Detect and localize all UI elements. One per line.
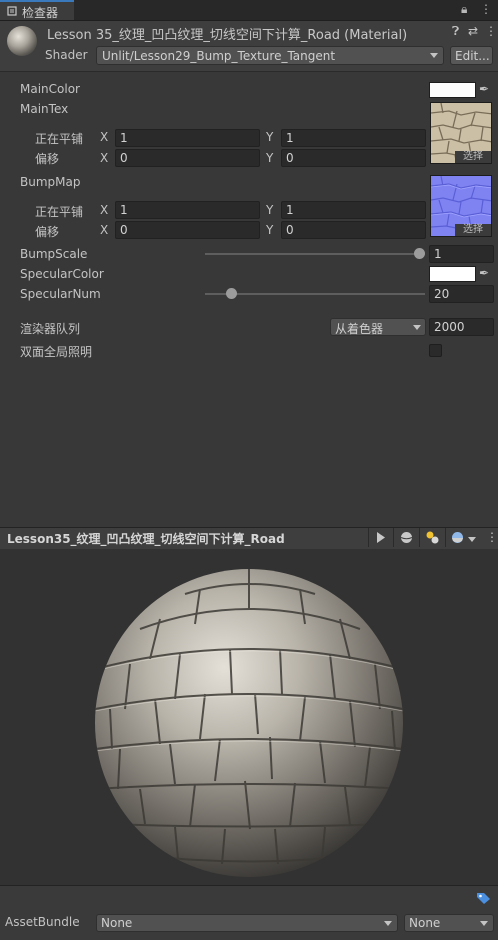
help-icon[interactable]: ❓︎	[452, 24, 459, 39]
field-value: 0	[120, 151, 128, 165]
field-value: 20	[434, 287, 450, 301]
play-icon[interactable]	[376, 532, 386, 543]
lock-icon[interactable]: 🔒︎	[461, 2, 467, 17]
bump-map-offset-x-field[interactable]: 0	[115, 221, 260, 239]
sphere-icon[interactable]	[400, 531, 413, 544]
y-label: Y	[266, 223, 274, 237]
shader-label: Shader	[45, 48, 88, 62]
main-tex-label: MainTex	[20, 102, 69, 116]
chevron-down-icon[interactable]	[468, 537, 476, 542]
specular-num-label: SpecularNum	[20, 287, 101, 301]
bump-map-tiling-x-field[interactable]: 1	[115, 201, 260, 219]
y-label: Y	[266, 130, 274, 144]
preset-icon[interactable]: ⇄	[468, 24, 478, 38]
bump-map-tiling-label: 正在平铺	[35, 205, 84, 219]
material-title: Lesson 35_纹理_凹凸纹理_切线空间下计算_Road (Material…	[47, 28, 408, 43]
bump-scale-slider-handle[interactable]	[414, 248, 425, 259]
material-preview-area[interactable]	[0, 549, 498, 885]
bump-scale-slider-track[interactable]	[205, 253, 425, 255]
background-icon[interactable]	[451, 531, 464, 544]
chevron-down-icon	[384, 921, 392, 926]
toolbar-separator	[393, 528, 394, 547]
chevron-down-icon	[430, 53, 438, 58]
tab-bar	[0, 0, 498, 21]
preview-title: Lesson35_纹理_凹凸纹理_切线空间下计算_Road	[7, 532, 285, 546]
specular-color-swatch[interactable]	[429, 266, 476, 282]
edit-label: Edit...	[455, 49, 490, 63]
light-icon[interactable]	[425, 530, 440, 545]
x-label: X	[100, 223, 109, 237]
specular-num-field[interactable]: 20	[429, 285, 494, 303]
material-preview-icon	[7, 26, 37, 56]
field-value: 1	[120, 203, 128, 217]
bump-map-offset-label: 偏移	[35, 225, 60, 239]
kebab-menu-icon[interactable]: ⋮	[485, 24, 497, 38]
inspector-icon	[7, 6, 17, 16]
dropdown-value: 从着色器	[335, 322, 384, 336]
chevron-down-icon	[413, 325, 421, 330]
tab-label: 检查器	[22, 6, 59, 20]
main-tex-tiling-label: 正在平铺	[35, 132, 84, 146]
dropdown-value: None	[409, 916, 441, 930]
kebab-menu-icon[interactable]: ⋮	[480, 2, 492, 16]
bump-map-offset-y-field[interactable]: 0	[281, 221, 426, 239]
y-label: Y	[266, 203, 274, 217]
render-queue-dropdown[interactable]: 从着色器	[330, 318, 426, 336]
field-value: 1	[434, 247, 442, 261]
asset-bundle-variant-dropdown[interactable]: None	[404, 914, 494, 932]
x-label: X	[100, 130, 109, 144]
specular-color-label: SpecularColor	[20, 267, 104, 281]
main-tex-offset-x-field[interactable]: 0	[115, 149, 260, 167]
eyedropper-icon[interactable]: ✒︎	[479, 82, 489, 96]
bump-map-label: BumpMap	[20, 175, 81, 189]
select-texture-button[interactable]: 选择	[455, 151, 491, 163]
main-tex-tiling-x-field[interactable]: 1	[115, 129, 260, 147]
edit-shader-button[interactable]: Edit...	[450, 46, 493, 65]
select-texture-button[interactable]: 选择	[455, 224, 491, 236]
main-tex-offset-y-field[interactable]: 0	[281, 149, 426, 167]
bump-map-thumbnail[interactable]: 选择	[430, 175, 492, 237]
field-value: 0	[120, 223, 128, 237]
y-label: Y	[266, 151, 274, 165]
toolbar-separator	[419, 528, 420, 547]
field-value: 1	[286, 131, 294, 145]
bump-scale-field[interactable]: 1	[429, 245, 494, 263]
main-color-label: MainColor	[20, 82, 80, 96]
double-sided-gi-checkbox[interactable]	[429, 344, 442, 357]
asset-bundle-name-dropdown[interactable]: None	[96, 914, 398, 932]
shader-value: Unlit/Lesson29_Bump_Texture_Tangent	[102, 49, 336, 63]
bump-scale-label: BumpScale	[20, 247, 88, 261]
main-tex-offset-label: 偏移	[35, 152, 60, 166]
field-value: 0	[286, 223, 294, 237]
double-sided-gi-label: 双面全局照明	[20, 345, 93, 359]
bump-map-tiling-y-field[interactable]: 1	[281, 201, 426, 219]
field-value: 0	[286, 151, 294, 165]
main-tex-thumbnail[interactable]: 选择	[430, 102, 492, 164]
specular-num-slider-handle[interactable]	[225, 288, 237, 299]
shader-dropdown[interactable]: Unlit/Lesson29_Bump_Texture_Tangent	[96, 46, 444, 65]
x-label: X	[100, 151, 109, 165]
dropdown-value: None	[101, 916, 133, 930]
eyedropper-icon[interactable]: ✒︎	[479, 266, 489, 280]
render-queue-label: 渲染器队列	[20, 322, 81, 336]
field-value: 1	[120, 131, 128, 145]
main-tex-tiling-y-field[interactable]: 1	[281, 129, 426, 147]
tab-inspector[interactable]: 检查器	[0, 0, 74, 20]
render-queue-field[interactable]: 2000	[429, 318, 494, 336]
x-label: X	[100, 203, 109, 217]
specular-num-slider-track[interactable]	[205, 293, 425, 295]
main-color-swatch[interactable]	[429, 82, 476, 98]
chevron-down-icon	[480, 921, 488, 926]
kebab-menu-icon[interactable]: ⋮	[486, 530, 498, 544]
field-value: 1	[286, 203, 294, 217]
toolbar-separator	[368, 528, 369, 547]
toolbar-separator	[445, 528, 446, 547]
field-value: 2000	[434, 320, 465, 334]
tag-icon[interactable]	[476, 892, 491, 905]
stone-sphere-preview	[95, 569, 403, 877]
asset-bundle-label: AssetBundle	[5, 915, 80, 929]
